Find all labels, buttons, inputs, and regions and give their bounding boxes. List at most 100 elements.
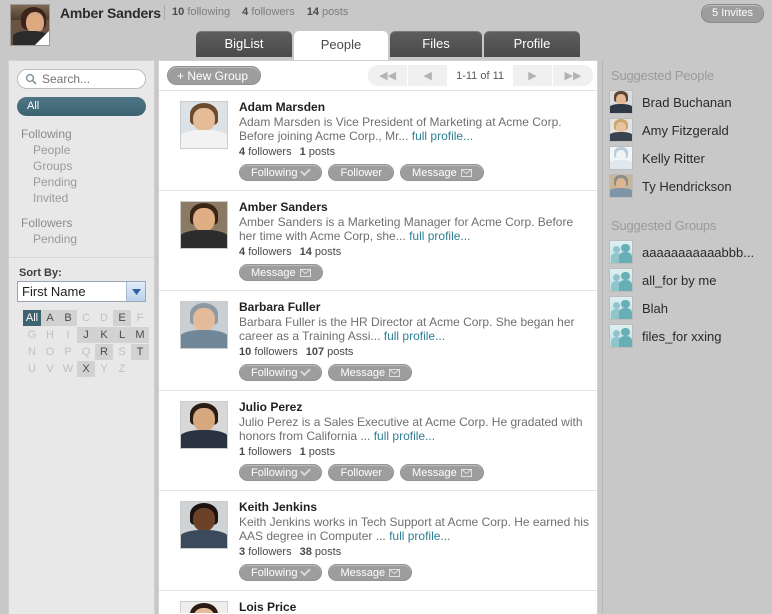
tab-people[interactable]: People [294, 31, 388, 60]
tab-files[interactable]: Files [390, 31, 482, 57]
alphabet-filter-j[interactable]: J [77, 327, 95, 343]
alphabet-row: All A B C D E F [23, 310, 151, 327]
pager-prev-button[interactable]: ◀ [408, 65, 449, 86]
person-row[interactable]: Amber Sanders Amber Sanders is a Marketin… [159, 191, 597, 291]
person-name[interactable]: Julio Perez [239, 400, 589, 414]
sidebar-group-following: Following [21, 127, 72, 141]
alphabet-row: NOPQRST [23, 344, 151, 361]
alphabet-filter-y: Y [100, 363, 108, 375]
suggested-person-item[interactable]: Kelly Ritter [609, 144, 772, 172]
alphabet-filter-k[interactable]: K [95, 327, 113, 343]
person-bio: Amber Sanders is a Marketing Manager for… [239, 215, 574, 243]
person-avatar[interactable] [180, 601, 228, 613]
person-row[interactable]: Lois Price [159, 591, 597, 613]
alphabet-filter-all[interactable]: All [23, 310, 41, 326]
message-button[interactable]: Message [400, 464, 484, 481]
full-profile-link[interactable]: full profile... [409, 229, 470, 243]
follower-button[interactable]: Follower [328, 464, 395, 481]
alphabet-filter-r[interactable]: R [95, 344, 113, 360]
stat-following: 10 following [172, 6, 231, 18]
person-row[interactable]: Julio Perez Julio Perez is a Sales Execut… [159, 391, 597, 491]
following-button[interactable]: Following [239, 564, 323, 581]
filter-all-chip[interactable]: All [17, 97, 146, 116]
person-name[interactable]: Lois Price [239, 600, 589, 613]
sort-by-select[interactable]: First NameLast Name [17, 281, 146, 302]
stat-posts: 14 posts [306, 6, 349, 18]
full-profile-link[interactable]: full profile... [412, 129, 473, 143]
person-bio: Julio Perez is a Sales Executive at Acme… [239, 415, 583, 443]
alphabet-row: UVWXYZ [23, 361, 151, 378]
alphabet-filter-m[interactable]: M [131, 327, 149, 343]
tab-biglist[interactable]: BigList [196, 31, 292, 57]
person-row[interactable]: Adam Marsden Adam Marsden is Vice Preside… [159, 91, 597, 191]
full-profile-link[interactable]: full profile... [374, 429, 435, 443]
sidebar-item-people[interactable]: People [9, 142, 154, 158]
person-details: Keith Jenkins Keith Jenkins works in Tech… [239, 500, 589, 581]
suggested-person-name: Kelly Ritter [642, 150, 705, 166]
sidebar-item-pending[interactable]: Pending [9, 174, 154, 190]
person-avatar[interactable] [180, 201, 228, 249]
alphabet-filter-x[interactable]: X [77, 361, 95, 377]
person-row[interactable]: Keith Jenkins Keith Jenkins works in Tech… [159, 491, 597, 591]
sidebar-item-groups[interactable]: Groups [9, 158, 154, 174]
suggested-person-item[interactable]: Brad Buchanan [609, 88, 772, 116]
following-button-label: Following [251, 466, 298, 479]
sidebar-item-followers-pending[interactable]: Pending [9, 231, 154, 247]
alphabet-filter-f: F [136, 312, 144, 324]
pager-next-button[interactable]: ▶ [513, 65, 553, 86]
following-button-label: Following [251, 166, 298, 179]
suggested-group-item[interactable]: files_for xxing [609, 322, 772, 350]
alphabet-filter-blank [131, 361, 149, 377]
suggested-group-item[interactable]: aaaaaaaaaaabbb... [609, 238, 772, 266]
person-avatar[interactable] [180, 301, 228, 349]
header-divider [164, 5, 165, 20]
message-button[interactable]: Message [328, 364, 413, 381]
person-name[interactable]: Keith Jenkins [239, 500, 589, 514]
person-name[interactable]: Barbara Fuller [239, 300, 589, 314]
message-button[interactable]: Message [400, 164, 484, 181]
person-bio: Adam Marsden is Vice President of Market… [239, 115, 562, 143]
person-name[interactable]: Amber Sanders [239, 200, 589, 214]
suggested-person-item[interactable]: Amy Fitzgerald [609, 116, 772, 144]
alphabet-filter-a[interactable]: A [41, 310, 59, 326]
suggested-person-name: Amy Fitzgerald [642, 122, 729, 138]
people-list[interactable]: Adam Marsden Adam Marsden is Vice Preside… [159, 91, 597, 613]
person-avatar[interactable] [180, 501, 228, 549]
pager-first-button[interactable]: ◀◀ [368, 65, 409, 86]
alphabet-filter-t[interactable]: T [131, 344, 149, 360]
person-avatar[interactable] [180, 101, 228, 149]
suggested-person-item[interactable]: Ty Hendrickson [609, 172, 772, 200]
suggested-group-item[interactable]: all_for by me [609, 266, 772, 294]
alphabet-filter-b[interactable]: B [59, 310, 77, 326]
pagination-control: ◀◀ ◀ 1-11 of 11 ▶ ▶▶ [368, 65, 593, 86]
following-button[interactable]: Following [239, 164, 323, 181]
suggested-group-item[interactable]: Blah [609, 294, 772, 322]
alphabet-filter-e[interactable]: E [113, 310, 131, 326]
following-button[interactable]: Following [239, 464, 323, 481]
person-name[interactable]: Adam Marsden [239, 100, 589, 114]
invites-badge[interactable]: 5 Invites [701, 4, 764, 23]
person-row[interactable]: Barbara Fuller Barbara Fuller is the HR D… [159, 291, 597, 391]
suggested-person-name: Brad Buchanan [642, 94, 732, 110]
message-button[interactable]: Message [239, 264, 323, 281]
following-button[interactable]: Following [239, 364, 323, 381]
sidebar-item-invited[interactable]: Invited [9, 190, 154, 206]
person-avatar[interactable] [180, 401, 228, 449]
pager-last-button[interactable]: ▶▶ [553, 65, 593, 86]
new-group-button[interactable]: + New Group [167, 66, 262, 85]
suggested-people-title: Suggested People [611, 68, 715, 83]
person-actions: Message [239, 264, 589, 281]
full-profile-link[interactable]: full profile... [384, 329, 445, 343]
alphabet-filter-l[interactable]: L [113, 327, 131, 343]
person-actions: Following Message [239, 564, 589, 581]
full-profile-link[interactable]: full profile... [389, 529, 450, 543]
tab-profile[interactable]: Profile [484, 31, 580, 57]
person-details: Adam Marsden Adam Marsden is Vice Preside… [239, 100, 589, 181]
followers-label: followers [248, 146, 292, 158]
follower-button[interactable]: Follower [328, 164, 395, 181]
pager-range-label: 1-11 of 11 [448, 65, 513, 86]
message-button[interactable]: Message [328, 564, 413, 581]
following-button-label: Following [251, 366, 298, 379]
sort-by-container: First NameLast Name [17, 281, 146, 302]
suggested-person-avatar [609, 90, 633, 114]
